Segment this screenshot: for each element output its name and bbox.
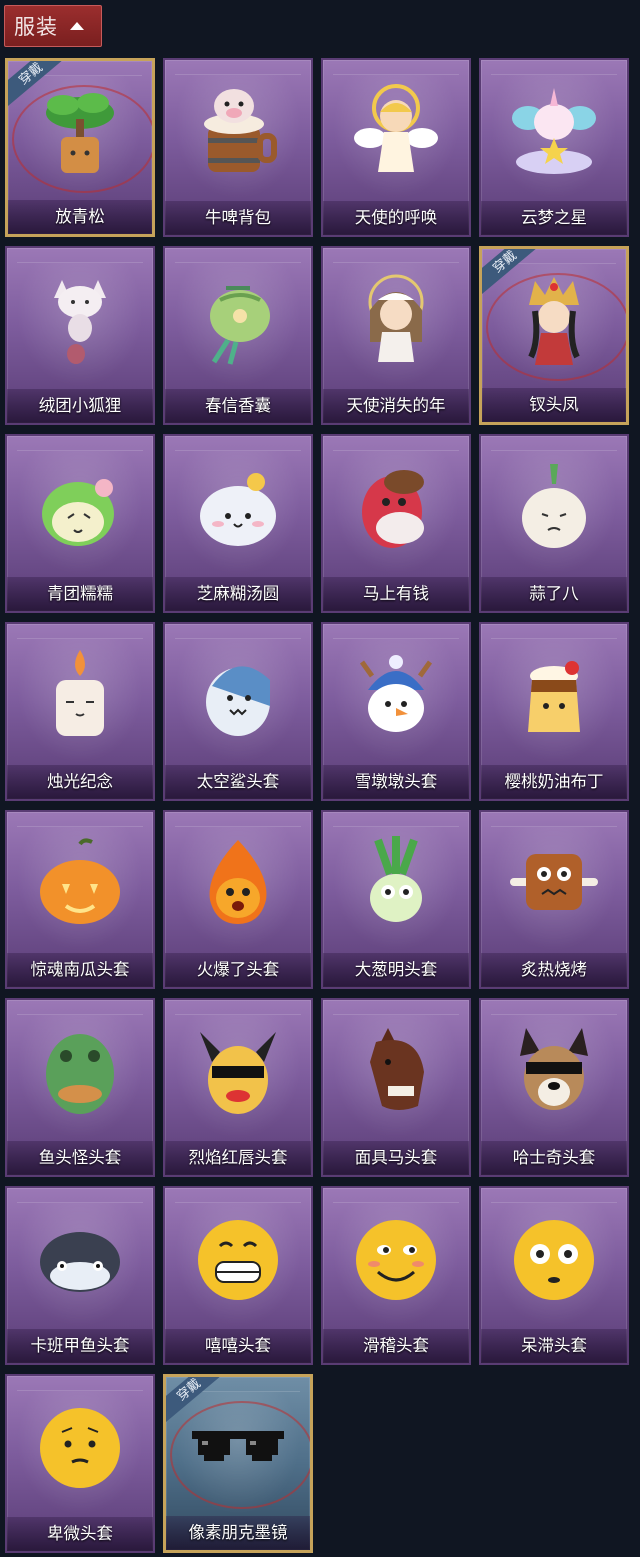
outfit-collapse-button[interactable]: 服装 (4, 5, 102, 47)
outfit-name: 惊魂南瓜头套 (7, 953, 153, 987)
outfit-name: 滑稽头套 (323, 1329, 469, 1363)
outfit-card[interactable]: 穿戴 钗头凤 (479, 246, 629, 425)
outfit-name: 面具马头套 (323, 1141, 469, 1175)
outfit-name: 天使消失的年 (323, 389, 469, 423)
outfit-name: 烈焰红唇头套 (165, 1141, 311, 1175)
section-title: 服装 (14, 16, 58, 39)
outfit-card[interactable]: 芝麻糊汤圆 (163, 434, 313, 613)
outfit-card[interactable]: 滑稽头套 (321, 1186, 471, 1365)
outfit-card[interactable]: 哈士奇头套 (479, 998, 629, 1177)
outfit-name: 牛啤背包 (165, 201, 311, 235)
outfit-name: 大葱明头套 (323, 953, 469, 987)
angel-girl-icon (348, 270, 444, 366)
outfit-name: 云梦之星 (481, 201, 627, 235)
outfit-name: 太空鲨头套 (165, 765, 311, 799)
outfit-card[interactable]: 烈焰红唇头套 (163, 998, 313, 1177)
outfit-card[interactable]: 穿戴 放青松 (5, 58, 155, 237)
outfit-name: 呆滞头套 (481, 1329, 627, 1363)
outfit-card[interactable]: 青团糯糯 (5, 434, 155, 613)
outfit-name: 樱桃奶油布丁 (481, 765, 627, 799)
pixel-sunglasses-icon (190, 1399, 286, 1495)
outfit-name: 嘻嘻头套 (165, 1329, 311, 1363)
outfit-card[interactable]: 惊魂南瓜头套 (5, 810, 155, 989)
outfit-name: 青团糯糯 (7, 577, 153, 611)
humble-emoji-head-icon (32, 1398, 128, 1494)
outfit-card[interactable]: 卑微头套 (5, 1374, 155, 1553)
outfit-name: 卡班甲鱼头套 (7, 1329, 153, 1363)
outfit-name: 春信香囊 (165, 389, 311, 423)
red-horse-icon (348, 458, 444, 554)
outfit-card[interactable]: 绒团小狐狸 (5, 246, 155, 425)
whale-head-icon (32, 1210, 128, 1306)
outfit-card[interactable]: 樱桃奶油布丁 (479, 622, 629, 801)
outfit-name: 绒团小狐狸 (7, 389, 153, 423)
shark-head-icon (190, 646, 286, 742)
snowman-head-icon (348, 646, 444, 742)
sachet-pouch-icon (190, 270, 286, 366)
fire-head-icon (190, 834, 286, 930)
outfit-grid: 穿戴 放青松 牛啤背包 天使的呼唤 云梦之星绒团小狐狸 春信香囊 天使消失的年 穿戴 钗头凤青团… (5, 58, 637, 1555)
outfit-card[interactable]: 大葱明头套 (321, 810, 471, 989)
outfit-card[interactable]: 呆滞头套 (479, 1186, 629, 1365)
bbq-meat-icon (506, 834, 602, 930)
outfit-card[interactable]: 火爆了头套 (163, 810, 313, 989)
outfit-card[interactable]: 春信香囊 (163, 246, 313, 425)
scallion-head-icon (348, 834, 444, 930)
outfit-card[interactable]: 蒜了八 (479, 434, 629, 613)
outfit-card[interactable]: 太空鲨头套 (163, 622, 313, 801)
outfit-card[interactable]: 炙热烧烤 (479, 810, 629, 989)
outfit-name: 钗头凤 (482, 388, 626, 422)
outfit-name: 卑微头套 (7, 1517, 153, 1551)
outfit-card[interactable]: 穿戴 像素朋克墨镜 (163, 1374, 313, 1553)
outfit-name: 蒜了八 (481, 577, 627, 611)
outfit-name: 雪墩墩头套 (323, 765, 469, 799)
outfit-card[interactable]: 雪墩墩头套 (321, 622, 471, 801)
outfit-card[interactable]: 天使的呼唤 (321, 58, 471, 237)
outfit-card[interactable]: 鱼头怪头套 (5, 998, 155, 1177)
outfit-card[interactable]: 面具马头套 (321, 998, 471, 1177)
cherry-pudding-icon (506, 646, 602, 742)
phoenix-crown-doll-icon (506, 271, 602, 367)
grin-emoji-head-icon (190, 1210, 286, 1306)
fox-plush-icon (32, 270, 128, 366)
outfit-name: 炙热烧烤 (481, 953, 627, 987)
pumpkin-head-icon (32, 834, 128, 930)
outfit-card[interactable]: 马上有钱 (321, 434, 471, 613)
outfit-card[interactable]: 嘻嘻头套 (163, 1186, 313, 1365)
dazed-emoji-head-icon (506, 1210, 602, 1306)
outfit-name: 放青松 (8, 200, 152, 234)
chevron-up-icon (70, 22, 84, 30)
outfit-name: 哈士奇头套 (481, 1141, 627, 1175)
outfit-card[interactable]: 卡班甲鱼头套 (5, 1186, 155, 1365)
outfit-name: 烛光纪念 (7, 765, 153, 799)
outfit-card[interactable]: 牛啤背包 (163, 58, 313, 237)
smirk-emoji-head-icon (348, 1210, 444, 1306)
outfit-name: 像素朋克墨镜 (166, 1516, 310, 1550)
outfit-name: 马上有钱 (323, 577, 469, 611)
green-dumpling-icon (32, 458, 128, 554)
outfit-name: 芝麻糊汤圆 (165, 577, 311, 611)
unicorn-cloud-star-icon (506, 82, 602, 178)
outfit-card[interactable]: 天使消失的年 (321, 246, 471, 425)
outfit-name: 鱼头怪头套 (7, 1141, 153, 1175)
horse-mask-icon (348, 1022, 444, 1118)
fish-head-icon (32, 1022, 128, 1118)
bonsai-pine-icon (32, 83, 128, 179)
outfit-card[interactable]: 云梦之星 (479, 58, 629, 237)
candle-icon (32, 646, 128, 742)
husky-mask-icon (506, 1022, 602, 1118)
outfit-card[interactable]: 烛光纪念 (5, 622, 155, 801)
angel-doll-icon (348, 82, 444, 178)
outfit-name: 火爆了头套 (165, 953, 311, 987)
garlic-icon (506, 458, 602, 554)
cow-beer-barrel-icon (190, 82, 286, 178)
outfit-name: 天使的呼唤 (323, 201, 469, 235)
rice-ball-icon (190, 458, 286, 554)
yellow-mask-icon (190, 1022, 286, 1118)
